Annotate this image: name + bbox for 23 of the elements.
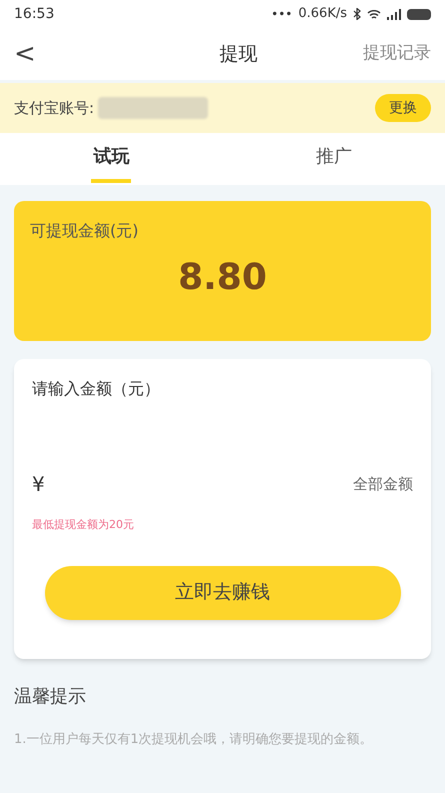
- all-amount-link[interactable]: 全部金额: [353, 472, 413, 496]
- wifi-icon: [367, 8, 381, 20]
- bluetooth-icon: [353, 8, 361, 20]
- currency-symbol: ¥: [32, 471, 45, 498]
- balance-amount: 8.80: [177, 256, 268, 300]
- minimum-hint: 最低提现金额为20元: [32, 517, 135, 533]
- amount-label: 请输入金额（元）: [32, 378, 161, 400]
- tab[interactable]: 试玩: [91, 133, 132, 183]
- page-title: 提现: [220, 42, 258, 67]
- earn-button[interactable]: 立即去赚钱: [44, 566, 400, 620]
- status-time: 16:53: [14, 4, 54, 24]
- change-button[interactable]: 更换: [375, 94, 431, 122]
- withdraw-history-link[interactable]: 提现记录: [363, 41, 431, 67]
- tips-title: 温馨提示: [14, 685, 87, 709]
- balance-label: 可提现金额(元): [30, 220, 140, 242]
- signal-icon: [387, 8, 401, 20]
- network-speed: 0.66K/s: [298, 5, 347, 24]
- battery-icon: [407, 8, 431, 20]
- tip-text: 1.一位用户每天仅有1次提现机会哦，请明确您要提现的金额。: [14, 731, 374, 749]
- tab[interactable]: 推广: [314, 133, 354, 183]
- status-dots: •••: [271, 6, 292, 23]
- back-button[interactable]: <: [14, 34, 44, 74]
- account-label: 支付宝账号:: [14, 98, 94, 119]
